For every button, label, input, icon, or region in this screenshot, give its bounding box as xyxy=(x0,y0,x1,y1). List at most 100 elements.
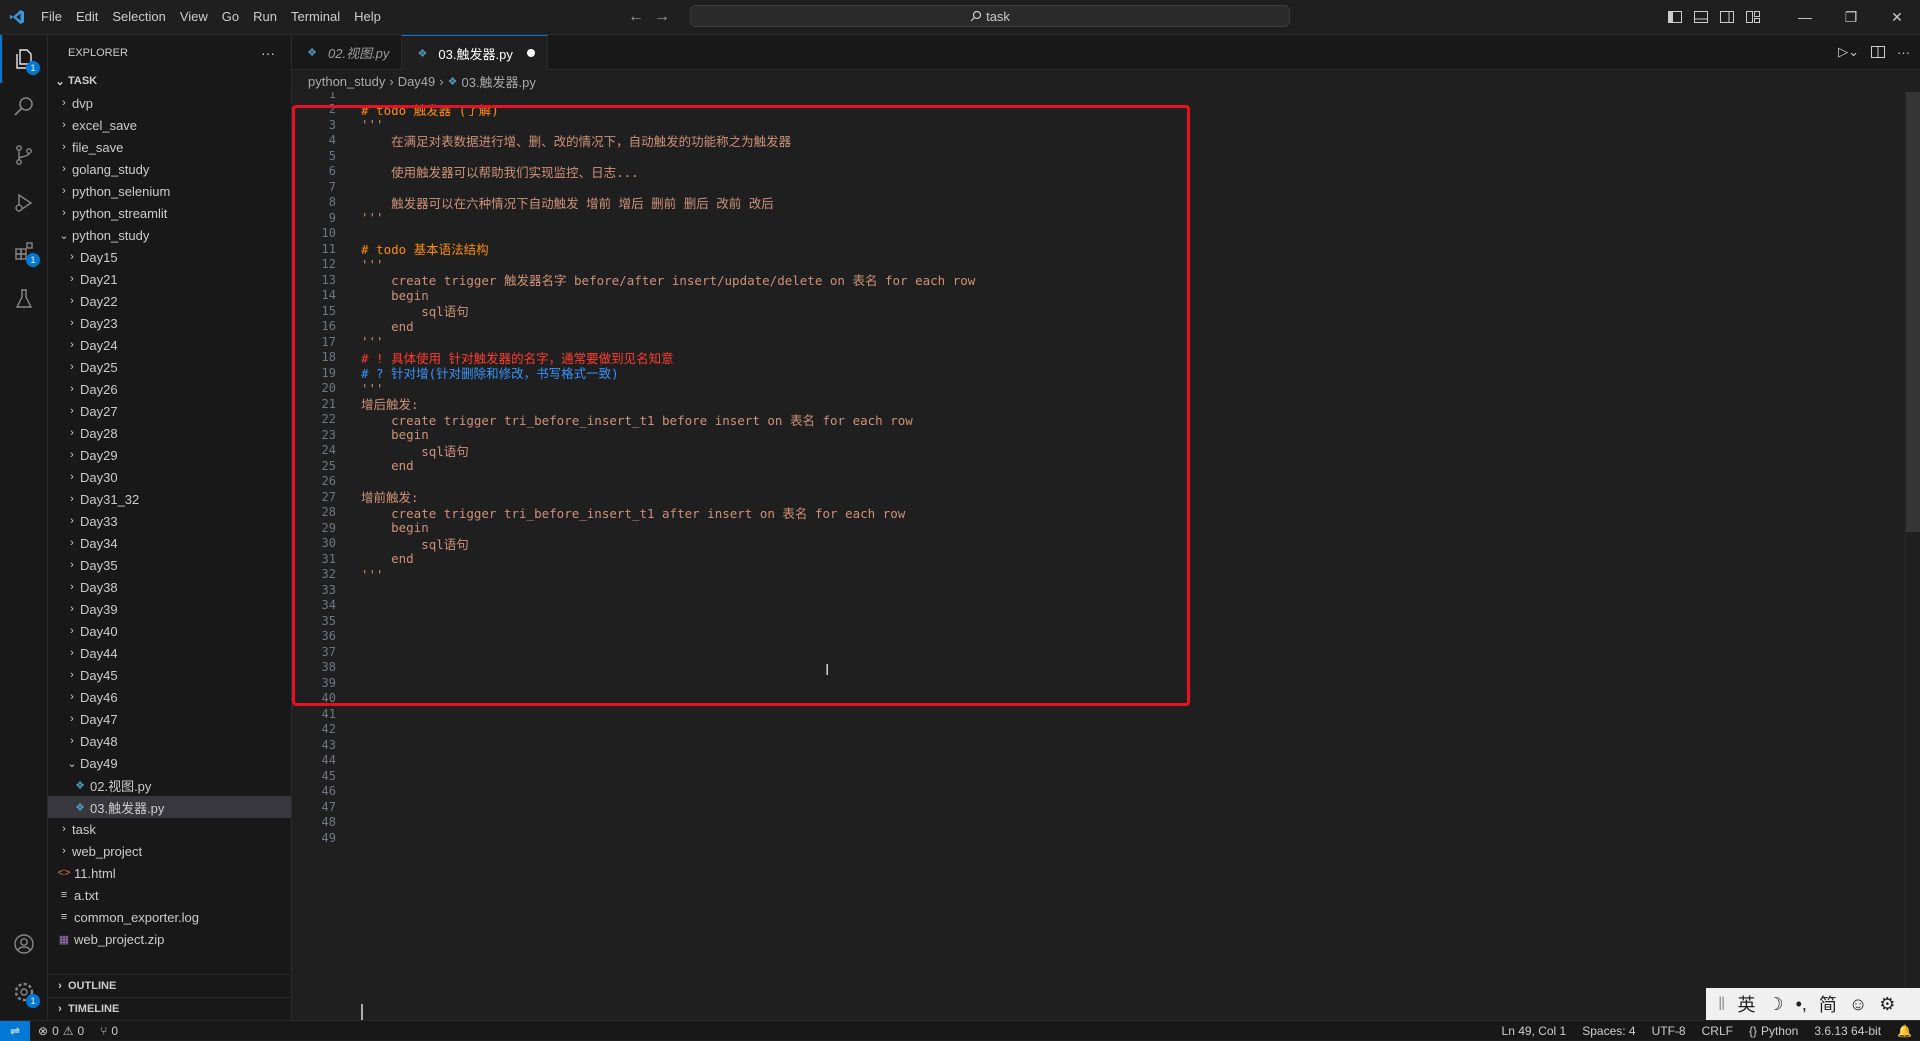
menu-terminal[interactable]: Terminal xyxy=(284,0,347,34)
ime-moon-icon[interactable]: ☽ xyxy=(1763,994,1787,1015)
tree-item[interactable]: › python_streamlit xyxy=(48,202,291,224)
minimize-button[interactable]: — xyxy=(1782,0,1828,34)
code-editor[interactable]: 49 48 47 46 45 44 43 42 41 40 39 38 37 36 35 34 33 32 ''' 3… xyxy=(292,92,1920,1020)
tree-item[interactable]: › Day31_32 xyxy=(48,488,291,510)
tree-item[interactable]: ≡ a.txt xyxy=(48,884,291,906)
outline-section[interactable]: › OUTLINE xyxy=(48,974,291,997)
forward-arrow-icon[interactable]: → xyxy=(654,8,670,26)
menu-selection[interactable]: Selection xyxy=(105,0,172,34)
ime-settings-icon[interactable]: ⚙ xyxy=(1875,994,1899,1015)
tree-item[interactable]: ❖ 03.触发器.py xyxy=(48,796,291,818)
tree-item[interactable]: › Day25 xyxy=(48,356,291,378)
tree-item[interactable]: ⌄ Day49 xyxy=(48,752,291,774)
end-of-line[interactable]: CRLF xyxy=(1694,1024,1741,1038)
source-control-activity[interactable] xyxy=(0,131,48,179)
search-activity[interactable] xyxy=(0,83,48,131)
close-button[interactable]: ✕ xyxy=(1874,0,1920,34)
tree-item[interactable]: › Day30 xyxy=(48,466,291,488)
ports-indicator[interactable]: ⑂ 0 xyxy=(92,1024,126,1038)
cursor-position[interactable]: Ln 49, Col 1 xyxy=(1494,1024,1575,1038)
ime-emoji-icon[interactable]: ☺ xyxy=(1845,994,1871,1015)
chevron-right-icon: › xyxy=(70,493,74,505)
breadcrumb-item[interactable]: 03.触发器.py xyxy=(461,72,535,91)
breadcrumb-item[interactable]: python_study xyxy=(308,74,385,89)
menu-run[interactable]: Run xyxy=(246,0,284,34)
ime-simplified-toggle[interactable]: 简 xyxy=(1815,991,1841,1017)
tree-item[interactable]: › Day34 xyxy=(48,532,291,554)
tree-item[interactable]: › Day26 xyxy=(48,378,291,400)
menu-file[interactable]: File xyxy=(34,0,69,34)
indentation[interactable]: Spaces: 4 xyxy=(1574,1024,1643,1038)
tree-item[interactable]: › Day24 xyxy=(48,334,291,356)
extensions-activity[interactable]: 1 xyxy=(0,227,48,275)
split-editor-icon[interactable] xyxy=(1871,46,1885,58)
python-interpreter[interactable]: 3.6.13 64-bit xyxy=(1806,1024,1889,1038)
tree-item[interactable]: › file_save xyxy=(48,136,291,158)
toggle-secondary-sidebar-icon[interactable] xyxy=(1714,0,1740,34)
language-mode[interactable]: {} Python xyxy=(1741,1024,1806,1038)
unsaved-dot-icon[interactable] xyxy=(526,49,535,57)
tree-item[interactable]: › Day15 xyxy=(48,246,291,268)
tree-item[interactable]: › Day22 xyxy=(48,290,291,312)
tree-item[interactable]: › python_selenium xyxy=(48,180,291,202)
back-arrow-icon[interactable]: ← xyxy=(628,8,644,26)
run-debug-activity[interactable] xyxy=(0,179,48,227)
tree-item[interactable]: › Day35 xyxy=(48,554,291,576)
scrollbar-thumb[interactable] xyxy=(1906,92,1920,532)
tree-item[interactable]: › dvp xyxy=(48,92,291,114)
tree-item[interactable]: › Day21 xyxy=(48,268,291,290)
tree-item[interactable]: › golang_study xyxy=(48,158,291,180)
tree-item[interactable]: ⌄ python_study xyxy=(48,224,291,246)
menu-edit[interactable]: Edit xyxy=(69,0,105,34)
tab-trigger-py[interactable]: ❖ 03.触发器.py xyxy=(402,35,548,70)
encoding[interactable]: UTF-8 xyxy=(1644,1024,1694,1038)
tree-item[interactable]: › Day48 xyxy=(48,730,291,752)
vertical-scrollbar[interactable] xyxy=(1905,92,1920,1020)
remote-indicator-icon[interactable]: ⇌ xyxy=(0,1020,30,1041)
tree-item[interactable]: › task xyxy=(48,818,291,840)
ime-lang-toggle[interactable]: 英 xyxy=(1733,991,1759,1017)
toggle-primary-sidebar-icon[interactable] xyxy=(1662,0,1688,34)
tree-item[interactable]: › excel_save xyxy=(48,114,291,136)
explorer-activity[interactable]: 1 xyxy=(0,35,48,83)
toggle-panel-icon[interactable] xyxy=(1688,0,1714,34)
breadcrumb-item[interactable]: Day49 xyxy=(398,74,436,89)
command-center-search[interactable]: task xyxy=(690,5,1290,27)
tree-item[interactable]: › Day33 xyxy=(48,510,291,532)
customize-layout-icon[interactable] xyxy=(1740,0,1766,34)
tree-item[interactable]: › Day29 xyxy=(48,444,291,466)
more-actions-button[interactable]: ··· xyxy=(261,45,275,61)
tree-item[interactable]: › Day23 xyxy=(48,312,291,334)
ime-punct-icon[interactable]: •, xyxy=(1792,994,1811,1015)
line-number: 32 xyxy=(321,567,336,581)
tree-item[interactable]: › Day44 xyxy=(48,642,291,664)
menu-view[interactable]: View xyxy=(173,0,215,34)
tree-item[interactable]: › Day28 xyxy=(48,422,291,444)
accounts-activity[interactable] xyxy=(0,920,48,968)
tree-item[interactable]: ❖ 02.视图.py xyxy=(48,774,291,796)
tree-item[interactable]: › Day39 xyxy=(48,598,291,620)
workspace-root[interactable]: ⌄ TASK xyxy=(48,70,291,92)
tree-item[interactable]: ▦ web_project.zip xyxy=(48,928,291,950)
timeline-section[interactable]: › TIMELINE xyxy=(48,997,291,1020)
tab-view-py[interactable]: ❖ 02.视图.py xyxy=(292,35,403,69)
tree-item[interactable]: › Day27 xyxy=(48,400,291,422)
manage-activity[interactable]: 1 xyxy=(0,968,48,1016)
tree-item[interactable]: › Day46 xyxy=(48,686,291,708)
tree-item[interactable]: › Day47 xyxy=(48,708,291,730)
tree-item[interactable]: ≡ common_exporter.log xyxy=(48,906,291,928)
tree-item[interactable]: › Day45 xyxy=(48,664,291,686)
editor-actions: ▷⌄ ··· xyxy=(1838,35,1910,69)
tree-item[interactable]: › web_project xyxy=(48,840,291,862)
menu-help[interactable]: Help xyxy=(347,0,388,34)
tree-item[interactable]: › Day40 xyxy=(48,620,291,642)
menu-go[interactable]: Go xyxy=(215,0,246,34)
run-python-file-icon[interactable]: ▷⌄ xyxy=(1838,44,1859,60)
more-actions-icon[interactable]: ··· xyxy=(1897,45,1910,60)
notifications-bell-icon[interactable]: 🔔 xyxy=(1889,1024,1920,1038)
tree-item[interactable]: <> 11.html xyxy=(48,862,291,884)
restore-button[interactable]: ❐ xyxy=(1828,0,1874,34)
problems-indicator[interactable]: ⊗ 0 ⚠ 0 xyxy=(30,1024,92,1038)
testing-activity[interactable] xyxy=(0,275,48,323)
tree-item[interactable]: › Day38 xyxy=(48,576,291,598)
